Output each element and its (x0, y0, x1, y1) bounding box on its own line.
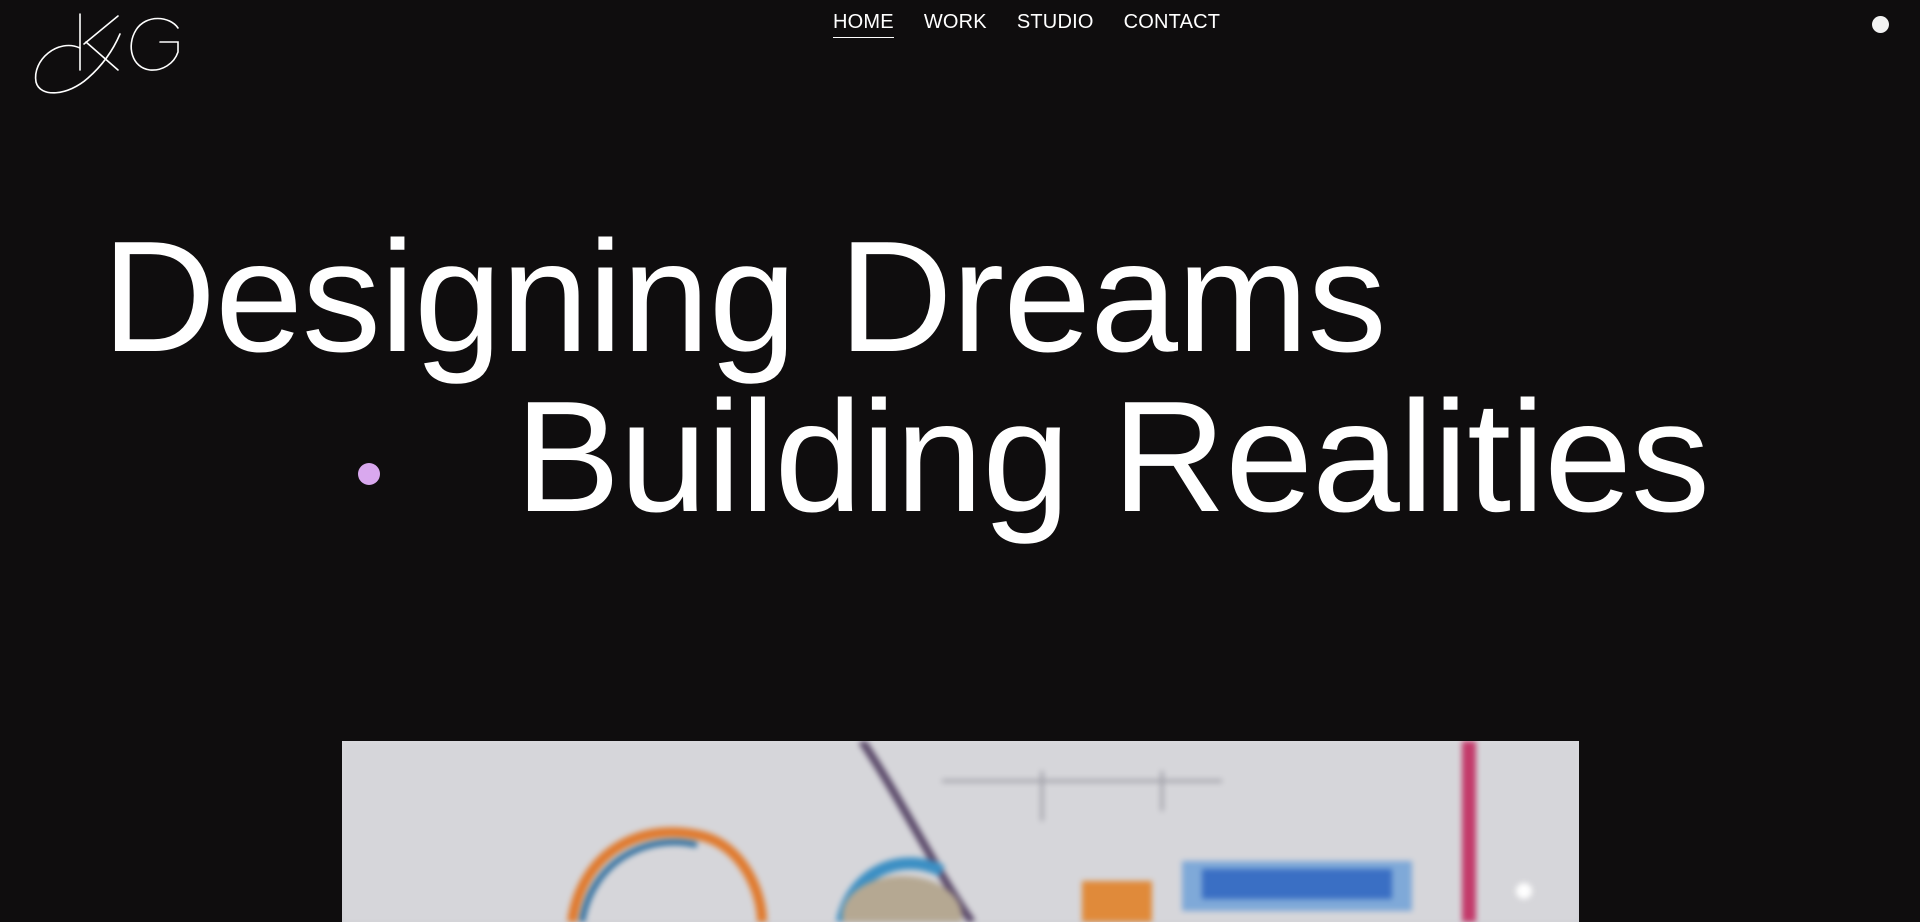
nav-contact[interactable]: CONTACT (1124, 11, 1221, 38)
nav-studio[interactable]: STUDIO (1017, 11, 1094, 38)
nav-work[interactable]: WORK (924, 11, 987, 38)
ferris-wheel-photo (342, 741, 1579, 922)
hero-headline-line-2: Building Realities (515, 369, 1710, 545)
hero-image (342, 741, 1579, 922)
site-logo[interactable]: KG (28, 8, 184, 96)
hero-headline-line-1: Designing Dreams (102, 209, 1387, 385)
accent-dot-icon (358, 463, 380, 485)
nav-home[interactable]: HOME (833, 11, 894, 38)
main-nav: HOME WORK STUDIO CONTACT (833, 11, 1220, 38)
logo-monogram-icon (34, 13, 179, 94)
menu-dot-icon[interactable] (1872, 16, 1889, 33)
